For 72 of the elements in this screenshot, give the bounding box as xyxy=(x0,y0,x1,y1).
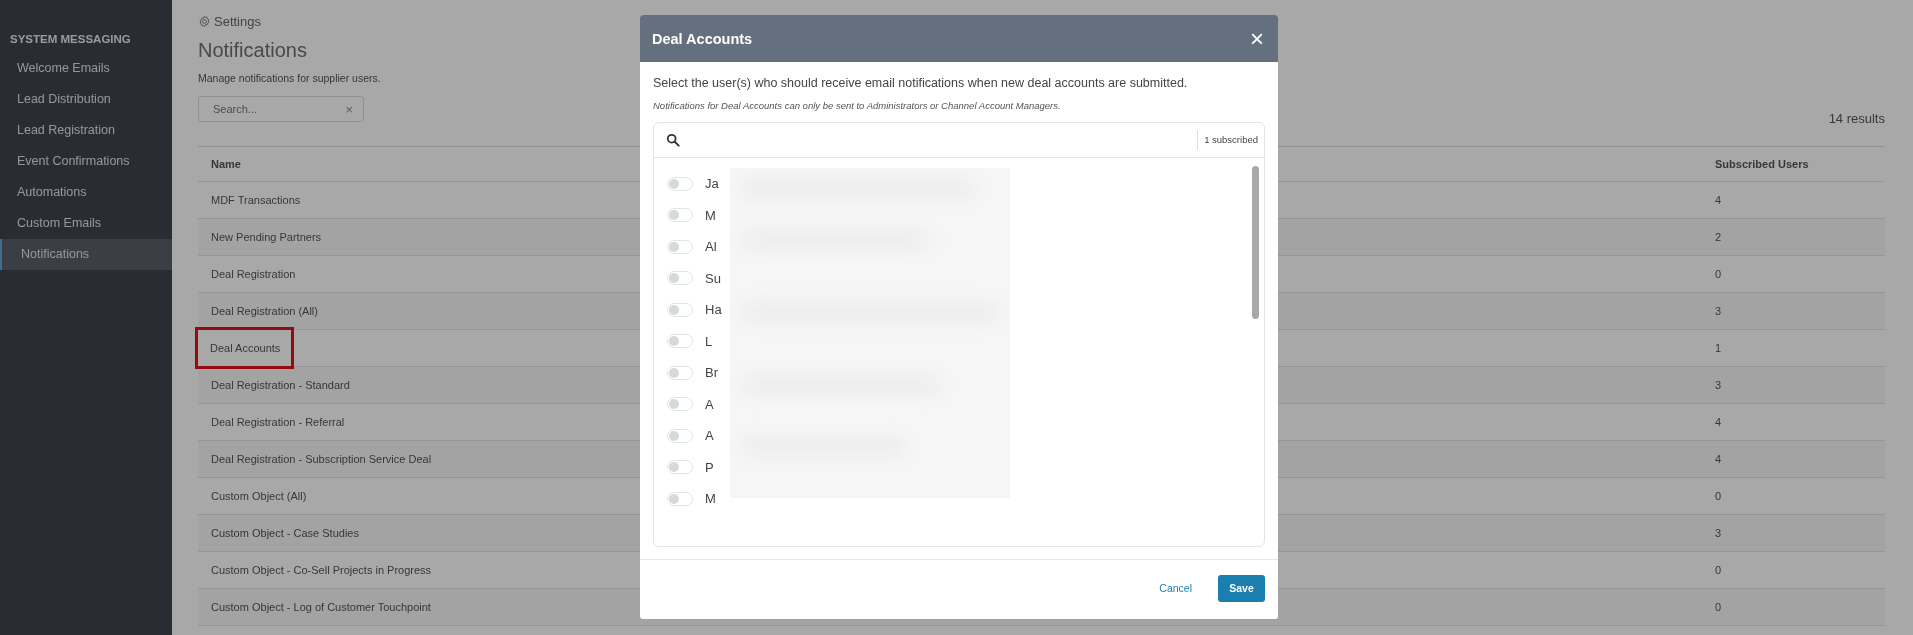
sidebar-item[interactable]: Automations xyxy=(0,177,172,208)
sidebar-item[interactable]: Event Confirmations xyxy=(0,146,172,177)
user-name: M xyxy=(705,491,716,507)
table-cell[interactable]: Custom Object - Log of Customer Touchpoint xyxy=(199,595,443,619)
save-button[interactable]: Save xyxy=(1218,574,1265,602)
table-cell-text: 3 xyxy=(1715,379,1723,391)
table-cell-text: 4 xyxy=(1715,194,1723,206)
modal-description: Select the user(s) who should receive email notifications when new deal accounts are submitted. xyxy=(653,76,1189,90)
table-cell[interactable]: Custom Object - Co-Sell Projects in Progress xyxy=(199,558,444,582)
table-cell-text: 0 xyxy=(1715,268,1723,280)
table-cell[interactable]: New Pending Partners xyxy=(199,225,334,249)
search-field[interactable]: Search... × xyxy=(198,96,364,122)
table-cell[interactable]: Custom Object - Case Studies xyxy=(199,521,371,545)
toggle-switch[interactable] xyxy=(667,491,693,506)
table-cell-text: 1 xyxy=(1715,342,1723,354)
toggle-switch[interactable] xyxy=(667,302,693,317)
user-name: Al xyxy=(705,239,717,255)
table-cell-text: 0 xyxy=(1715,564,1723,576)
table-cell[interactable]: Deal Accounts xyxy=(198,330,292,366)
table-cell[interactable]: MDF Transactions xyxy=(199,188,313,212)
table-cell[interactable]: Deal Registration - Subscription Service Deal xyxy=(199,447,444,471)
toggle-switch[interactable] xyxy=(667,428,693,443)
sidebar-item[interactable]: Lead Distribution xyxy=(0,84,172,115)
close-button[interactable]: × xyxy=(1248,26,1266,51)
sidebar-item[interactable]: Welcome Emails xyxy=(0,53,172,84)
user-name: L xyxy=(705,333,713,349)
table-cell[interactable]: Deal Registration xyxy=(199,262,308,286)
table-cell-text: 0 xyxy=(1715,601,1723,613)
user-name: Su xyxy=(705,270,721,286)
user-name: A xyxy=(705,396,714,412)
user-name: Br xyxy=(705,365,718,381)
table-cell[interactable]: Deal Registration - Referral xyxy=(199,410,357,434)
settings-icon xyxy=(198,15,211,28)
toggle-switch[interactable] xyxy=(667,365,693,380)
toggle-switch[interactable] xyxy=(667,176,693,191)
toggle-switch[interactable] xyxy=(667,334,693,349)
toggle-switch[interactable] xyxy=(667,460,693,475)
page-subtitle: Manage notifications for supplier users. xyxy=(198,72,381,84)
user-name: Ha xyxy=(705,302,722,318)
table-cell-text: 3 xyxy=(1715,527,1723,539)
sidebar-heading: SYSTEM MESSAGING xyxy=(9,33,132,47)
toggle-switch[interactable] xyxy=(667,239,693,254)
user-name: Ja xyxy=(705,176,719,192)
toggle-switch[interactable] xyxy=(667,208,693,223)
table-cell[interactable]: Deal Registration - Standard xyxy=(199,373,362,397)
column-header[interactable]: Subscribed Users xyxy=(1715,158,1885,170)
table-cell-text: 4 xyxy=(1715,416,1723,428)
modal-title: Deal Accounts xyxy=(652,30,753,47)
user-name: M xyxy=(705,207,716,223)
table-cell-text: 2 xyxy=(1715,231,1723,243)
table-cell-text: 4 xyxy=(1715,453,1723,465)
table-cell-text: 0 xyxy=(1715,490,1723,502)
modal-note: Notifications for Deal Accounts can only be sent to Administrators or Channel Account Managers. xyxy=(653,100,1062,111)
search-icon xyxy=(666,133,680,147)
toggle-switch[interactable] xyxy=(667,271,693,286)
table-cell[interactable]: Custom Object (All) xyxy=(199,484,319,508)
column-header[interactable]: Name xyxy=(199,152,253,176)
sidebar-item[interactable]: Lead Registration xyxy=(0,115,172,146)
cancel-button[interactable]: Cancel xyxy=(1153,581,1198,595)
results-count: 14 results xyxy=(1828,111,1885,126)
sidebar-item[interactable]: Custom Emails xyxy=(0,208,172,239)
sidebar-item[interactable]: Notifications xyxy=(0,239,172,270)
scrollbar[interactable] xyxy=(1252,166,1259,319)
page-title: Notifications xyxy=(198,39,307,62)
subscribed-count: 1 subscribed xyxy=(1197,130,1258,150)
toggle-switch[interactable] xyxy=(667,397,693,412)
clear-button[interactable]: × xyxy=(345,101,353,117)
user-name: P xyxy=(705,459,714,475)
table-cell-text: 3 xyxy=(1715,305,1723,317)
user-name: A xyxy=(705,428,714,444)
table-cell[interactable]: Deal Registration (All) xyxy=(199,299,330,323)
breadcrumb-link[interactable]: Settings xyxy=(214,14,261,29)
